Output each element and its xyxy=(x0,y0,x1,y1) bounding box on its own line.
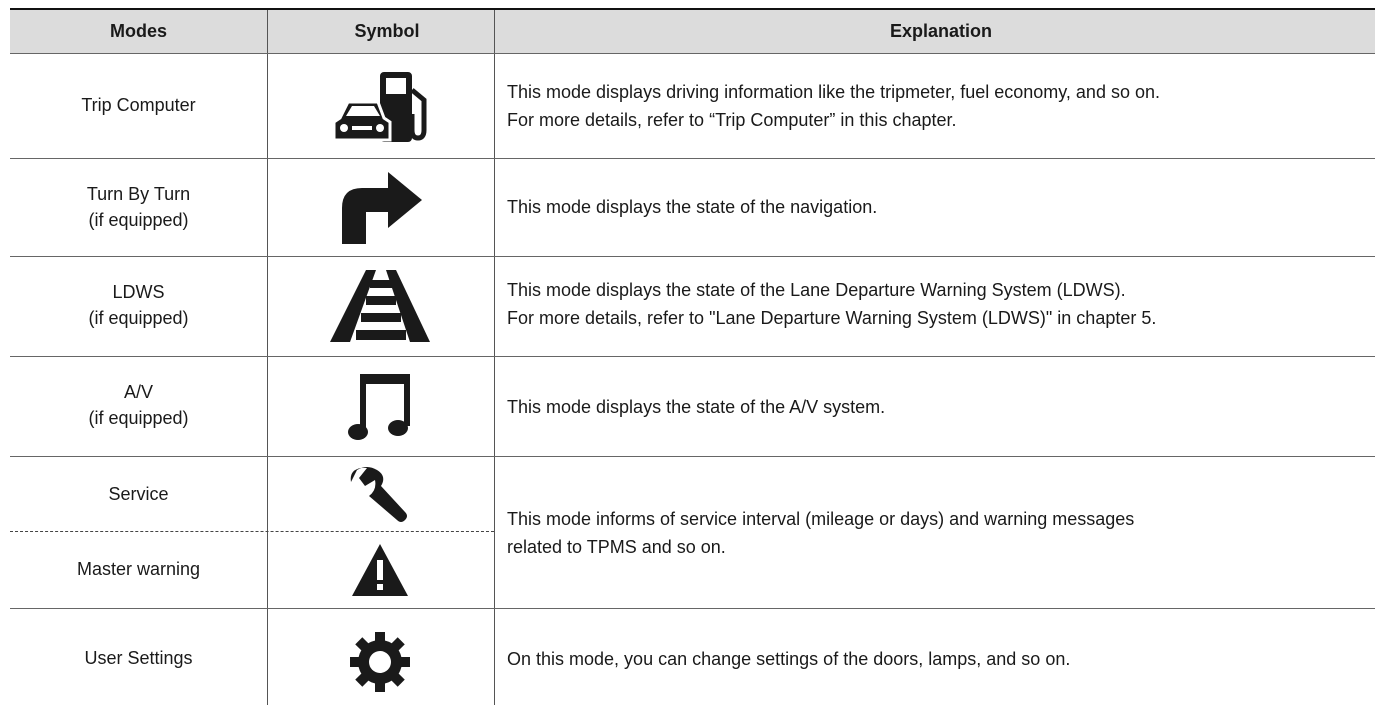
turn-right-arrow-icon xyxy=(336,168,426,246)
fuel-car-icon xyxy=(332,68,432,146)
mode-turn-by-turn: Turn By Turn (if equipped) xyxy=(86,184,191,230)
mode-av: A/V (if equipped) xyxy=(88,382,189,428)
column-divider xyxy=(267,10,268,705)
gear-icon xyxy=(348,630,412,694)
table-header: Modes Symbol Explanation xyxy=(10,10,1375,53)
mode-master-warning: Master warning xyxy=(76,559,201,579)
explanation-turn-by-turn: This mode displays the state of the navi… xyxy=(507,197,878,217)
row-divider xyxy=(10,53,1375,54)
row-divider xyxy=(10,608,1375,609)
header-explanation: Explanation xyxy=(889,21,992,41)
mode-user-settings: User Settings xyxy=(84,648,193,668)
explanation-service-warning: This mode informs of service interval (m… xyxy=(507,509,1135,557)
row-divider xyxy=(10,256,1375,257)
music-note-icon xyxy=(346,368,416,444)
explanation-trip-computer: This mode displays driving information l… xyxy=(507,82,1160,130)
warning-triangle-icon xyxy=(350,542,410,598)
column-divider xyxy=(494,10,495,705)
wrench-icon xyxy=(345,466,415,524)
explanation-user-settings: On this mode, you can change settings of… xyxy=(507,649,1071,669)
mode-ldws: LDWS (if equipped) xyxy=(88,282,189,328)
row-divider xyxy=(10,356,1375,357)
explanation-ldws: This mode displays the state of the Lane… xyxy=(507,280,1157,328)
row-divider xyxy=(10,158,1375,159)
dashed-divider xyxy=(10,531,494,532)
lane-departure-icon xyxy=(328,266,432,346)
explanation-av: This mode displays the state of the A/V … xyxy=(507,397,886,417)
mode-trip-computer: Trip Computer xyxy=(81,95,196,115)
mode-service: Service xyxy=(108,484,169,504)
header-symbol: Symbol xyxy=(354,21,420,41)
header-modes: Modes xyxy=(109,21,167,41)
row-divider xyxy=(10,456,1375,457)
